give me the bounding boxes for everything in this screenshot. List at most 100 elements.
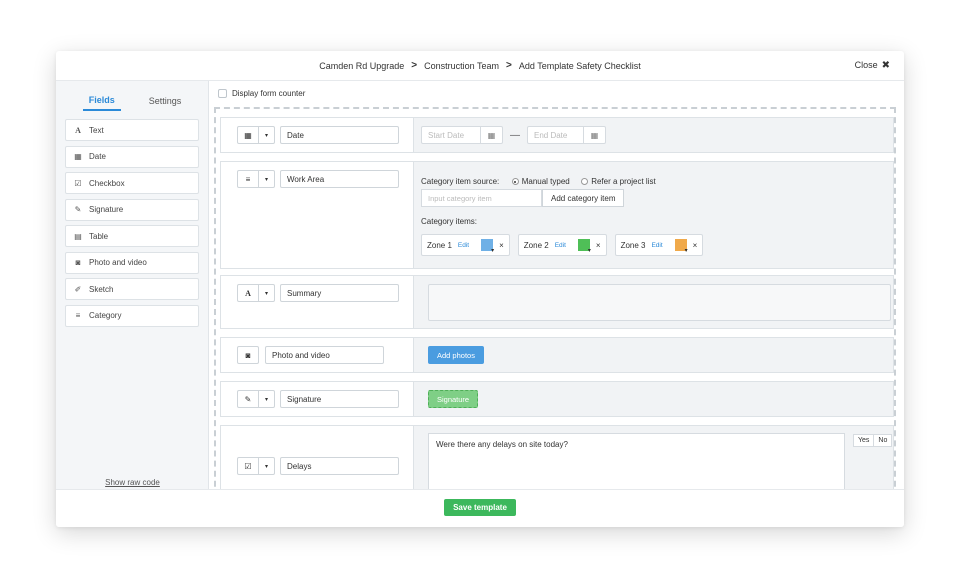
chevron-down-icon[interactable]: ▾ bbox=[259, 284, 275, 302]
category-item-zone-2: Zone 2 Edit × bbox=[517, 234, 607, 256]
category-item-zone-1: Zone 1 Edit × bbox=[421, 234, 510, 256]
form-builder-area: Display form counter ▦ ▾ Date Start Date… bbox=[210, 81, 904, 489]
form-counter-checkbox[interactable] bbox=[218, 89, 227, 98]
field-type-checkbox[interactable]: ☑ Checkbox bbox=[65, 172, 199, 194]
camera-icon: ◙ bbox=[75, 258, 81, 267]
zone-label: Zone 1 bbox=[427, 240, 452, 250]
edit-zone-link[interactable]: Edit bbox=[458, 242, 469, 249]
tab-fields[interactable]: Fields bbox=[82, 95, 121, 111]
remove-icon[interactable]: × bbox=[499, 241, 504, 250]
field-type-label: Sketch bbox=[89, 284, 114, 294]
field-row-delays[interactable]: ☑ ▾ Delays Were there any delays on site… bbox=[220, 425, 894, 489]
display-form-counter[interactable]: Display form counter bbox=[218, 89, 305, 98]
field-controls: ✎ ▾ Signature bbox=[237, 390, 399, 408]
date-range-dash: — bbox=[510, 129, 520, 141]
text-icon: A bbox=[75, 125, 81, 135]
field-type-label: Signature bbox=[89, 205, 124, 214]
radio-manual-label: Manual typed bbox=[521, 177, 570, 186]
field-name-input[interactable]: Summary bbox=[280, 284, 399, 302]
pen-icon: ✎ bbox=[74, 205, 82, 214]
category-source-label: Category item source: bbox=[421, 177, 500, 186]
edit-zone-link[interactable]: Edit bbox=[555, 242, 566, 249]
calendar-icon[interactable]: ▦ bbox=[237, 126, 259, 144]
add-category-row: Input category item Add category item bbox=[421, 189, 625, 207]
checkbox-icon: ☑ bbox=[74, 178, 82, 188]
field-name-input[interactable]: Photo and video bbox=[265, 346, 384, 364]
category-item-zone-3: Zone 3 Edit × bbox=[614, 234, 704, 256]
list-icon: ≡ bbox=[75, 311, 81, 320]
field-type-signature[interactable]: ✎ Signature bbox=[65, 198, 199, 221]
no-option[interactable]: No bbox=[874, 434, 893, 447]
field-row-summary[interactable]: A ▾ Summary bbox=[220, 275, 894, 329]
field-sidebar: Fields Settings A Text ▦ Date ☑ Checkbox… bbox=[56, 81, 209, 489]
field-name-input[interactable]: Delays bbox=[280, 457, 399, 475]
sidebar-tabs: Fields Settings bbox=[56, 83, 208, 111]
breadcrumb-team[interactable]: Construction Team bbox=[424, 61, 499, 71]
field-type-label: Photo and video bbox=[89, 258, 147, 267]
field-type-text[interactable]: A Text bbox=[65, 119, 199, 141]
chevron-down-icon[interactable]: ▾ bbox=[259, 126, 275, 144]
signature-button[interactable]: Signature bbox=[428, 390, 479, 408]
field-name-input[interactable]: Signature bbox=[280, 390, 399, 408]
add-photos-button[interactable]: Add photos bbox=[428, 346, 484, 364]
field-name-input[interactable]: Date bbox=[280, 126, 399, 144]
save-template-button[interactable]: Save template bbox=[444, 499, 516, 516]
add-category-item-button[interactable]: Add category item bbox=[542, 189, 625, 207]
yes-option[interactable]: Yes bbox=[853, 434, 875, 447]
chevron-down-icon[interactable]: ▾ bbox=[259, 390, 275, 408]
field-type-label: Text bbox=[89, 125, 104, 135]
close-button[interactable]: Close ✖ bbox=[855, 60, 890, 71]
color-picker-swatch[interactable] bbox=[481, 239, 494, 254]
field-row-signature[interactable]: ✎ ▾ Signature Signature bbox=[220, 381, 894, 417]
field-name-input[interactable]: Work Area bbox=[280, 170, 399, 188]
text-icon[interactable]: A bbox=[237, 284, 259, 302]
edit-zone-link[interactable]: Edit bbox=[651, 242, 662, 249]
remove-icon[interactable]: × bbox=[596, 241, 601, 250]
end-date-input[interactable]: End Date bbox=[527, 126, 584, 144]
list-icon[interactable]: ≡ bbox=[237, 170, 259, 188]
photo-preview: Add photos bbox=[428, 346, 484, 364]
chevron-down-icon[interactable]: ▾ bbox=[259, 457, 275, 475]
pen-icon[interactable]: ✎ bbox=[237, 390, 259, 408]
delays-question-text[interactable]: Were there any delays on site today? bbox=[428, 433, 845, 489]
field-type-date[interactable]: ▦ Date bbox=[65, 145, 199, 168]
category-item-input[interactable]: Input category item bbox=[421, 189, 542, 207]
field-row-date[interactable]: ▦ ▾ Date Start Date ▦ — End Date ▦ bbox=[220, 117, 894, 153]
field-controls: ☑ ▾ Delays bbox=[237, 457, 399, 475]
color-picker-swatch[interactable] bbox=[577, 239, 591, 254]
table-icon: ▤ bbox=[74, 231, 82, 241]
calendar-icon[interactable]: ▦ bbox=[584, 126, 606, 144]
calendar-icon[interactable]: ▦ bbox=[481, 126, 503, 144]
radio-project-label: Refer a project list bbox=[591, 177, 656, 186]
radio-manual-typed[interactable] bbox=[511, 178, 519, 185]
field-type-category[interactable]: ≡ Category bbox=[65, 304, 199, 327]
field-type-label: Category bbox=[89, 311, 122, 320]
zone-label: Zone 2 bbox=[523, 240, 549, 250]
remove-icon[interactable]: × bbox=[693, 241, 698, 250]
field-row-photo-and-video[interactable]: ◙ Photo and video Add photos bbox=[220, 337, 894, 373]
category-items-list: Zone 1 Edit × Zone 2 Edit × Zone 3 Edit bbox=[421, 234, 711, 256]
tab-settings[interactable]: Settings bbox=[149, 96, 182, 111]
field-type-photo-and-video[interactable]: ◙ Photo and video bbox=[65, 251, 199, 274]
show-raw-code-link[interactable]: Show raw code bbox=[56, 478, 209, 487]
radio-project-list[interactable] bbox=[581, 178, 589, 185]
pencil-icon: ✐ bbox=[74, 284, 82, 294]
field-controls: A ▾ Summary bbox=[237, 284, 399, 302]
checkbox-icon[interactable]: ☑ bbox=[237, 457, 259, 475]
category-items-label: Category items: bbox=[421, 217, 478, 226]
field-type-table[interactable]: ▤ Table bbox=[65, 225, 199, 247]
breadcrumb: Camden Rd Upgrade > Construction Team > … bbox=[56, 51, 904, 81]
color-picker-swatch[interactable] bbox=[674, 239, 688, 254]
breadcrumb-project[interactable]: Camden Rd Upgrade bbox=[319, 61, 404, 71]
chevron-down-icon[interactable]: ▾ bbox=[259, 170, 275, 188]
start-date-input[interactable]: Start Date bbox=[421, 126, 481, 144]
camera-icon[interactable]: ◙ bbox=[237, 346, 259, 364]
field-type-sketch[interactable]: ✐ Sketch bbox=[65, 278, 199, 300]
field-type-list: A Text ▦ Date ☑ Checkbox ✎ Signature ▤ T… bbox=[56, 119, 208, 327]
signature-preview: Signature bbox=[428, 390, 479, 408]
field-controls: ▦ ▾ Date bbox=[237, 126, 399, 144]
summary-text-preview bbox=[428, 284, 891, 321]
form-counter-label: Display form counter bbox=[232, 89, 306, 98]
category-source-row: Category item source: Manual typed Refer… bbox=[421, 171, 656, 189]
field-row-work-area[interactable]: ≡ ▾ Work Area Category item source: Manu… bbox=[220, 161, 894, 269]
